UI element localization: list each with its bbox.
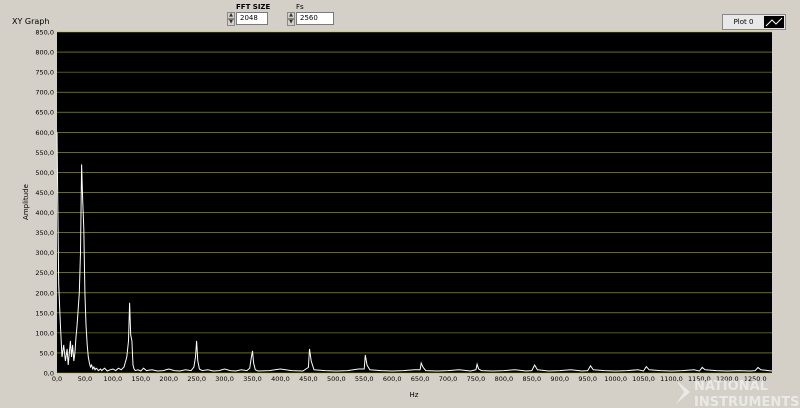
increment-arrow-icon[interactable]: ▲ bbox=[227, 12, 235, 19]
x-tick-label: 250,0 bbox=[187, 375, 206, 383]
y-tick-label: 850,0 bbox=[35, 29, 54, 37]
x-tick-label: 1050,0 bbox=[632, 375, 655, 383]
y-tick-label: 50,0 bbox=[40, 349, 54, 357]
x-tick-label: 350,0 bbox=[243, 375, 262, 383]
y-tick-label: 400,0 bbox=[35, 209, 54, 217]
y-tick-label: 100,0 bbox=[35, 329, 54, 337]
increment-arrow-icon[interactable]: ▲ bbox=[287, 12, 295, 19]
y-tick-label: 700,0 bbox=[35, 89, 54, 97]
x-tick-label: 950,0 bbox=[578, 375, 597, 383]
x-tick-label: 0,0 bbox=[52, 375, 62, 383]
y-axis-ticks: 0,050,0100,0150,0200,0250,0300,0350,0400… bbox=[35, 29, 54, 378]
x-tick-label: 400,0 bbox=[271, 375, 290, 383]
watermark-logo: NATIONAL INSTRUMENTS bbox=[676, 379, 799, 408]
x-tick-label: 850,0 bbox=[523, 375, 542, 383]
y-tick-label: 800,0 bbox=[35, 49, 54, 57]
fft-size-label: FFT SIZE bbox=[236, 3, 271, 11]
x-tick-label: 600,0 bbox=[383, 375, 402, 383]
x-tick-label: 1000,0 bbox=[604, 375, 627, 383]
y-tick-label: 650,0 bbox=[35, 109, 54, 117]
y-tick-label: 550,0 bbox=[35, 149, 54, 157]
x-tick-label: 100,0 bbox=[104, 375, 123, 383]
y-tick-label: 200,0 bbox=[35, 289, 54, 297]
y-tick-label: 600,0 bbox=[35, 129, 54, 137]
x-axis-ticks: 0,0 50,0 100,0 150,0 200,0 250,0 300,0 350,0 400… bbox=[52, 375, 767, 383]
x-tick-label: 150,0 bbox=[131, 375, 150, 383]
x-tick-label: 450,0 bbox=[299, 375, 318, 383]
y-tick-label: 250,0 bbox=[35, 269, 54, 277]
y-tick-label: 300,0 bbox=[35, 249, 54, 257]
plot-area[interactable] bbox=[57, 32, 772, 373]
xy-graph[interactable]: 0,0 50,0 100,0 150,0 200,0 250,0 300,0 350,0 400… bbox=[0, 24, 800, 408]
svg-text:INSTRUMENTS: INSTRUMENTS bbox=[694, 395, 799, 408]
x-tick-label: 300,0 bbox=[215, 375, 234, 383]
y-tick-label: 350,0 bbox=[35, 229, 54, 237]
x-tick-label: 900,0 bbox=[550, 375, 569, 383]
y-tick-label: 150,0 bbox=[35, 309, 54, 317]
x-tick-label: 700,0 bbox=[439, 375, 458, 383]
x-tick-label: 750,0 bbox=[467, 375, 486, 383]
y-tick-label: 750,0 bbox=[35, 69, 54, 77]
x-axis-label: Hz bbox=[410, 391, 419, 399]
x-tick-label: 1100,0 bbox=[660, 375, 683, 383]
x-tick-label: 550,0 bbox=[355, 375, 374, 383]
fs-label: Fs bbox=[296, 3, 304, 11]
x-tick-label: 50,0 bbox=[78, 375, 92, 383]
x-tick-label: 650,0 bbox=[411, 375, 430, 383]
y-axis-label: Amplitude bbox=[22, 184, 30, 220]
x-tick-label: 200,0 bbox=[159, 375, 178, 383]
x-tick-label: 500,0 bbox=[327, 375, 346, 383]
y-tick-label: 450,0 bbox=[35, 189, 54, 197]
y-tick-label: 500,0 bbox=[35, 169, 54, 177]
x-tick-label: 800,0 bbox=[495, 375, 514, 383]
svg-text:NATIONAL: NATIONAL bbox=[694, 379, 768, 394]
